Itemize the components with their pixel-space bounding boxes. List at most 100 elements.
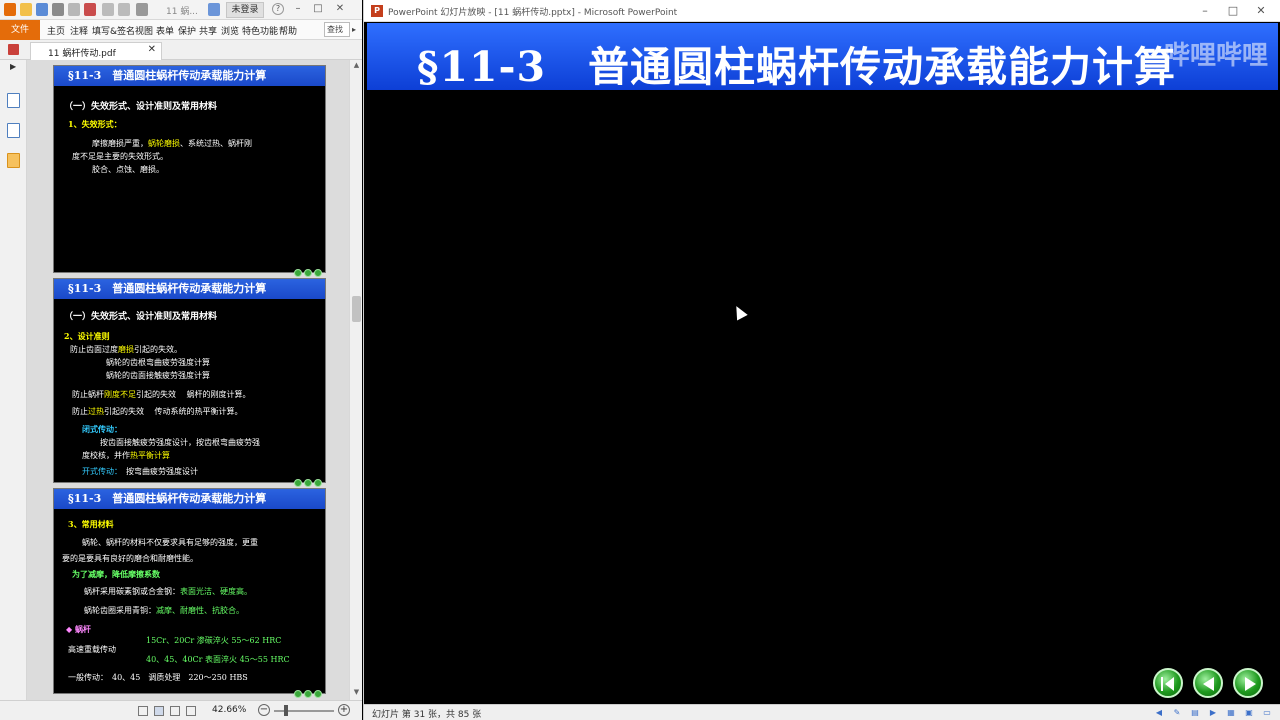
slideshow-status-bar: 幻灯片 第 31 张，共 85 张 ◀ ✎ ▤ ▶ ▦ ▣ ▭ — [364, 704, 1280, 720]
help-icon[interactable]: ? — [272, 3, 284, 15]
save-icon[interactable] — [36, 3, 48, 16]
minimize-icon[interactable]: – — [292, 3, 304, 15]
zoom-slider-handle[interactable] — [284, 705, 288, 716]
page-line: 1、失效形式： — [68, 119, 122, 129]
pen-icon[interactable]: ✎ — [1172, 708, 1182, 718]
prev-icon — [1203, 677, 1214, 691]
reading-view-icon[interactable]: ▣ — [1244, 708, 1254, 718]
login-button[interactable]: 未登录 — [226, 2, 264, 18]
page-line: 防止过热引起的失效 传动系统的热平衡计算。 — [72, 407, 243, 416]
slide-canvas[interactable]: §11-3 普通圆柱蜗杆传动承载能力计算 哔哩哔哩 — [367, 23, 1278, 704]
file-menu[interactable]: 文件 — [0, 20, 40, 40]
menu-item-protect[interactable]: 保护 — [178, 24, 196, 37]
page-line: 蜗轮、蜗杆的材料不仅要求具有足够的强度，更重 — [82, 538, 258, 547]
menu-item-comment[interactable]: 注释 — [70, 24, 88, 37]
zoom-slider[interactable] — [274, 710, 334, 712]
prev-slide-button[interactable] — [1193, 668, 1223, 698]
facing-view-icon[interactable] — [170, 706, 180, 716]
expand-sidebar-icon[interactable]: ▶ — [10, 62, 16, 71]
menu-item-home[interactable]: 主页 — [47, 24, 65, 37]
search-input[interactable]: 查找 — [324, 22, 350, 37]
maximize-icon[interactable]: □ — [1226, 4, 1240, 18]
page-line: 3、常用材料 — [68, 519, 114, 529]
quick-tab-label: 11 蜗... — [166, 7, 198, 17]
page-line: 2、设计准则 — [64, 331, 110, 341]
page-line: 蜗杆采用碳素钢或合金钢：表面光洁、硬度高。 — [84, 587, 252, 596]
bookmark-icon[interactable] — [7, 93, 20, 108]
page-line: 度不足是主要的失效形式。 — [72, 152, 168, 161]
undo-icon[interactable] — [102, 3, 114, 16]
pdf-page: §11-3 普通圆柱蜗杆传动承载能力计算 （一）失效形式、设计准则及常用材料 1… — [53, 65, 326, 277]
powerpoint-window: P PowerPoint 幻灯片放映 - [11 蜗杆传动.pptx] - Mi… — [363, 0, 1280, 720]
menu-icon[interactable]: ▤ — [1190, 708, 1200, 718]
slide-title-banner: §11-3 普通圆柱蜗杆传动承载能力计算 哔哩哔哩 — [367, 23, 1278, 91]
open-folder-icon[interactable] — [20, 3, 32, 16]
hand-tool-icon[interactable] — [136, 3, 148, 16]
slideshow-view-icon[interactable]: ▭ — [1262, 708, 1272, 718]
zoom-level[interactable]: 42.66% — [212, 705, 246, 715]
pdf-page: §11-3 普通圆柱蜗杆传动承载能力计算 3、常用材料 蜗轮、蜗杆的材料不仅要求… — [53, 488, 326, 698]
menu-item-form[interactable]: 表单 — [156, 24, 174, 37]
close-icon[interactable]: ✕ — [1254, 4, 1268, 18]
zoom-in-icon[interactable]: + — [338, 704, 350, 716]
continuous-view-icon[interactable] — [154, 706, 164, 716]
page-line: 蜗轮的齿根弯曲疲劳强度计算 — [106, 358, 210, 367]
first-icon — [1165, 677, 1174, 691]
page-line: 闭式传动： — [82, 424, 122, 434]
page-line: 摩擦磨损严重，蜗轮磨损、系统过热、蜗杆刚 — [92, 139, 252, 148]
close-tab-icon[interactable]: ✕ — [148, 44, 156, 55]
next-slide-button[interactable] — [1233, 668, 1263, 698]
first-icon-bar — [1161, 677, 1163, 691]
page-header: §11-3 普通圆柱蜗杆传动承载能力计算 — [54, 489, 325, 509]
next-arrow-icon[interactable]: ▶ — [1208, 708, 1218, 718]
pdf-page: §11-3 普通圆柱蜗杆传动承载能力计算 （一）失效形式、设计准则及常用材料 2… — [53, 278, 326, 487]
comments-panel-icon[interactable] — [7, 153, 20, 168]
prev-arrow-icon[interactable]: ◀ — [1154, 708, 1164, 718]
page-nav-buttons — [292, 262, 322, 277]
print-icon[interactable] — [52, 3, 64, 16]
menu-item-browse[interactable]: 浏览 — [221, 24, 239, 37]
page-line: 为了减摩，降低摩擦系数 — [72, 569, 160, 579]
maximize-icon[interactable]: □ — [312, 3, 324, 15]
title-bar: P PowerPoint 幻灯片放映 - [11 蜗杆传动.pptx] - Mi… — [364, 0, 1280, 22]
page-line: 防止齿面过度磨损引起的失效。 — [70, 345, 182, 354]
document-view[interactable]: §11-3 普通圆柱蜗杆传动承载能力计算 （一）失效形式、设计准则及常用材料 1… — [27, 60, 349, 700]
minimize-icon[interactable]: – — [1198, 4, 1212, 18]
pdf-create-icon[interactable] — [84, 3, 96, 16]
zoom-out-icon[interactable]: − — [258, 704, 270, 716]
page-line: 开式传动： 按弯曲疲劳强度设计 — [82, 467, 198, 476]
scroll-up-icon[interactable]: ▲ — [352, 61, 361, 69]
next-icon — [1245, 677, 1256, 691]
page-line: 蜗轮的齿面接触疲劳强度计算 — [106, 371, 210, 380]
menu-item-fill-sign[interactable]: 填写&签名 — [92, 24, 135, 37]
vertical-scrollbar[interactable]: ▲ ▼ — [349, 60, 362, 700]
close-icon[interactable]: ✕ — [334, 3, 346, 15]
desktop: 11 蜗... 未登录 ? – □ ✕ 文件 主页 注释 填写&签名 视图 表单… — [0, 0, 1280, 720]
slide-title: §11-3 普通圆柱蜗杆传动承载能力计算 — [417, 43, 1177, 91]
page-nav-buttons — [292, 472, 322, 487]
redo-icon[interactable] — [118, 3, 130, 16]
scroll-thumb[interactable] — [352, 296, 361, 322]
menu-item-help[interactable]: 帮助 — [279, 24, 297, 37]
normal-view-icon[interactable]: ▦ — [1226, 708, 1236, 718]
quick-access-toolbar: 11 蜗... 未登录 ? – □ ✕ — [0, 0, 362, 20]
new-file-icon[interactable] — [68, 3, 80, 16]
first-slide-button[interactable] — [1153, 668, 1183, 698]
chevron-right-icon[interactable]: ▸ — [352, 22, 361, 37]
page-line: 15Cr、20Cr 渗碳淬火 55～62 HRC — [146, 636, 282, 645]
page-line: 高速重载传动 — [68, 645, 116, 654]
cover-view-icon[interactable] — [186, 706, 196, 716]
document-tab[interactable]: 11 蜗杆传动.pdf ✕ — [30, 42, 162, 60]
document-tab-label: 11 蜗杆传动.pdf — [48, 49, 116, 59]
menu-item-share[interactable]: 共享 — [199, 24, 217, 37]
page-line: 蜗轮齿圈采用青铜：减摩、耐磨性、抗胶合。 — [84, 606, 244, 615]
page-thumbnails-icon[interactable] — [7, 123, 20, 138]
single-page-view-icon[interactable] — [138, 706, 148, 716]
page-line: 度校核，并作热平衡计算 — [82, 451, 170, 460]
page-line: （一）失效形式、设计准则及常用材料 — [64, 312, 218, 322]
menu-item-features[interactable]: 特色功能 — [242, 24, 278, 37]
page-nav-buttons — [292, 683, 322, 698]
menu-bar: 文件 主页 注释 填写&签名 视图 表单 保护 共享 浏览 特色功能 帮助 查找… — [0, 20, 362, 40]
scroll-down-icon[interactable]: ▼ — [352, 688, 361, 696]
menu-item-view[interactable]: 视图 — [135, 24, 153, 37]
